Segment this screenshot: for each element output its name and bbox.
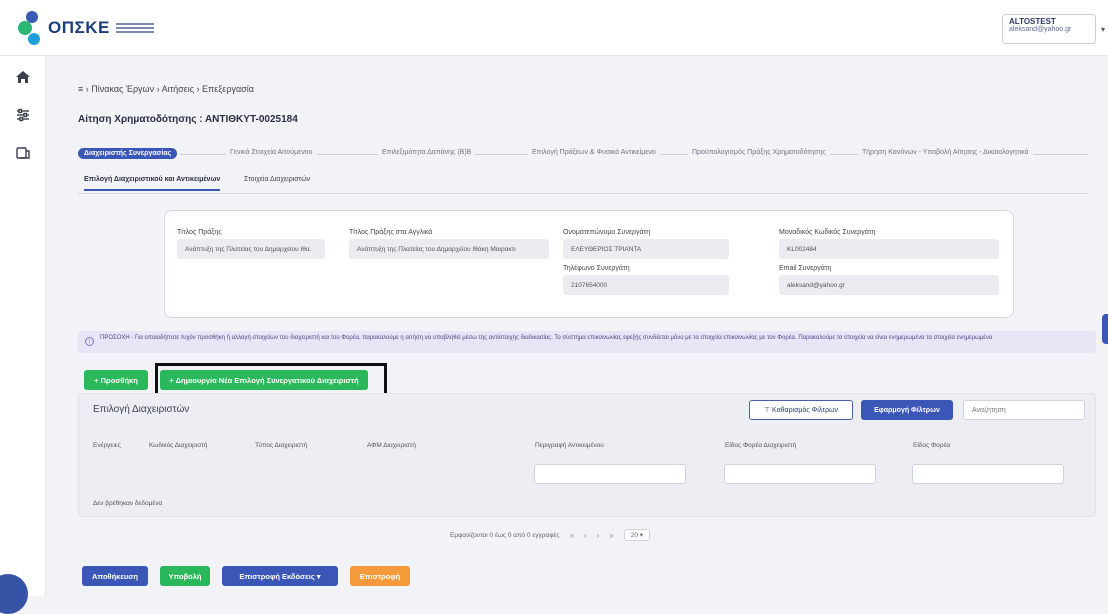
tab-manager-selection[interactable]: Επιλογή Διαχειριστικού και Αντικειμένων xyxy=(84,176,221,191)
field-label: Τίτλος Πράξης xyxy=(177,229,222,236)
brand-name: ΟΠΣΚΕ xyxy=(48,18,110,37)
search-input[interactable] xyxy=(963,400,1085,420)
chevron-down-icon[interactable]: ▾ xyxy=(1101,25,1105,34)
partner-phone-field: Τηλέφωνο Συνεργάτη 2107654000 xyxy=(563,265,729,295)
step-4[interactable]: Επιλογή Πράξεων & Φυσικό Αντικείμενο xyxy=(528,149,660,156)
column-header[interactable]: ΑΦΜ Διαχειριστή xyxy=(367,442,416,449)
user-email: aleksand@yahoo.gr xyxy=(1009,26,1072,33)
column-filter-input[interactable] xyxy=(912,464,1064,484)
managers-table-panel: Επιλογή Διαχειριστών ⊤ Καθαρισμός Φίλτρω… xyxy=(78,393,1096,517)
field-value: Ανάπτυξη της Πλατείας του Δημαρχείου Ιθα… xyxy=(177,239,325,259)
field-value: ΕΛΕΥΘΕΡΙΟΣ ΤΡΙΑΝΤΑ xyxy=(563,239,729,259)
column-header[interactable]: Κωδικός Διαχειριστή xyxy=(149,442,207,449)
panel-title: Επιλογή Διαχειριστών xyxy=(93,404,190,415)
page-size-select[interactable]: 20 ▾ xyxy=(623,529,651,541)
field-value: Ανάπτυξη της Πλατείας του Δημαρχείου Ιθά… xyxy=(349,239,549,259)
info-banner: i ΠΡΟΣΟΧΗ - Για οποιαδήποτε τυχόν προσθή… xyxy=(78,331,1096,353)
field-label: Μοναδικός Κωδικός Συνεργάτη xyxy=(779,229,876,236)
field-label: Email Συνεργάτη xyxy=(779,265,832,272)
project-title-field: Τίτλος Πράξης Ανάπτυξη της Πλατείας του … xyxy=(177,229,325,259)
column-header: Ενέργειες xyxy=(93,442,121,449)
apply-filters-button[interactable]: Εφαρμογή Φίλτρων xyxy=(861,400,953,420)
step-2[interactable]: Γενικά Στοιχεία Αιτούμενου xyxy=(226,149,317,156)
top-bar: ΟΠΣΚΕ ALTOSTEST aleksand@yahoo.gr ▾ xyxy=(0,0,1108,56)
field-value: 2107654000 xyxy=(563,275,729,295)
wizard-stepper: Διαχειριστής Συνεργασίας Γενικά Στοιχεία… xyxy=(78,146,1088,162)
field-value: KL002484 xyxy=(779,239,999,259)
column-filter-input[interactable] xyxy=(534,464,686,484)
submit-button[interactable]: Υποβολή xyxy=(160,566,210,586)
previous-page-icon[interactable]: ‹ xyxy=(584,531,587,540)
field-value: aleksand@yahoo.gr xyxy=(779,275,999,295)
step-1[interactable]: Διαχειριστής Συνεργασίας xyxy=(78,148,178,159)
home-icon[interactable] xyxy=(12,66,34,88)
partner-name-field: Ονοματεπώνυμο Συνεργάτη ΕΛΕΥΘΕΡΙΟΣ ΤΡΙΑΝ… xyxy=(563,229,729,259)
partner-code-field: Μοναδικός Κωδικός Συνεργάτη KL002484 xyxy=(779,229,999,259)
pagination-summary: Εμφανίζονται 0 έως 0 από 0 εγγραφές xyxy=(450,531,560,539)
step-3[interactable]: Επιλεξιμότητα Δαπάνης (Β)Β xyxy=(378,149,476,156)
user-name: ALTOSTEST xyxy=(1009,17,1056,26)
page-title: Αίτηση Χρηματοδότησης : ΑΝΤΙΘΚΥΤ-0025184 xyxy=(78,114,298,125)
save-button[interactable]: Αποθήκευση xyxy=(82,566,148,586)
project-details-card: Τίτλος Πράξης Ανάπτυξη της Πλατείας του … xyxy=(164,210,1014,318)
first-page-icon[interactable]: « xyxy=(569,531,573,540)
sliders-icon[interactable] xyxy=(12,104,34,126)
column-header[interactable]: Τύπος Διαχειριστή xyxy=(255,442,307,449)
logo-tagline-icon xyxy=(115,23,154,33)
empty-table-message: Δεν βρέθηκαν δεδομένα xyxy=(93,500,163,507)
partner-email-field: Email Συνεργάτη aleksand@yahoo.gr xyxy=(779,265,999,295)
last-page-icon[interactable]: » xyxy=(609,531,613,540)
breadcrumb[interactable]: ≡ › Πίνακας Έργων › Αιτήσεις › Επεξεργασ… xyxy=(78,84,254,94)
user-menu[interactable]: ALTOSTEST aleksand@yahoo.gr ▾ xyxy=(1002,14,1105,44)
project-title-foreign-field: Τίτλος Πράξης στα Αγγλικά Ανάπτυξη της Π… xyxy=(349,229,549,259)
tab-manager-details[interactable]: Στοιχεία Διαχειριστών xyxy=(244,176,310,183)
side-panel-toggle[interactable] xyxy=(1102,314,1108,344)
info-banner-text: ΠΡΟΣΟΧΗ - Για οποιαδήποτε τυχόν προσθήκη… xyxy=(100,335,993,341)
brand-logo[interactable]: ΟΠΣΚΕ xyxy=(18,10,154,46)
add-button[interactable]: + Προσθήκη xyxy=(84,370,148,390)
pagination: Εμφανίζονται 0 έως 0 από 0 εγγραφές « ‹ … xyxy=(450,527,651,543)
step-5[interactable]: Προϋπολογισμός Πράξης Χρηματοδότησης xyxy=(688,149,830,156)
column-header[interactable]: Περιγραφή Αντικειμένου xyxy=(535,442,604,449)
info-icon: i xyxy=(85,337,94,346)
versions-dropdown-button[interactable]: Επιστροφή Εκδόσεις ▾ xyxy=(222,566,338,586)
subtabs: Επιλογή Διαχειριστικού και Αντικειμένων … xyxy=(78,170,1088,194)
sidebar xyxy=(0,56,46,596)
projects-icon[interactable] xyxy=(12,142,34,164)
clear-filters-button[interactable]: ⊤ Καθαρισμός Φίλτρων xyxy=(749,400,853,420)
column-header[interactable]: Είδος Φορέα Διαχειριστή xyxy=(725,442,796,449)
column-header[interactable]: Είδος Φορέα xyxy=(913,442,950,449)
field-label: Ονοματεπώνυμο Συνεργάτη xyxy=(563,229,651,236)
column-filter-input[interactable] xyxy=(724,464,876,484)
next-page-icon[interactable]: › xyxy=(597,531,600,540)
field-label: Τηλέφωνο Συνεργάτη xyxy=(563,265,630,272)
back-button[interactable]: Επιστροφή xyxy=(350,566,410,586)
step-6[interactable]: Τήρηση Κανόνων - Υποβολή Αίτησης - Δικαι… xyxy=(858,149,1033,156)
logo-mark-icon xyxy=(18,11,44,45)
field-label: Τίτλος Πράξης στα Αγγλικά xyxy=(349,229,433,236)
